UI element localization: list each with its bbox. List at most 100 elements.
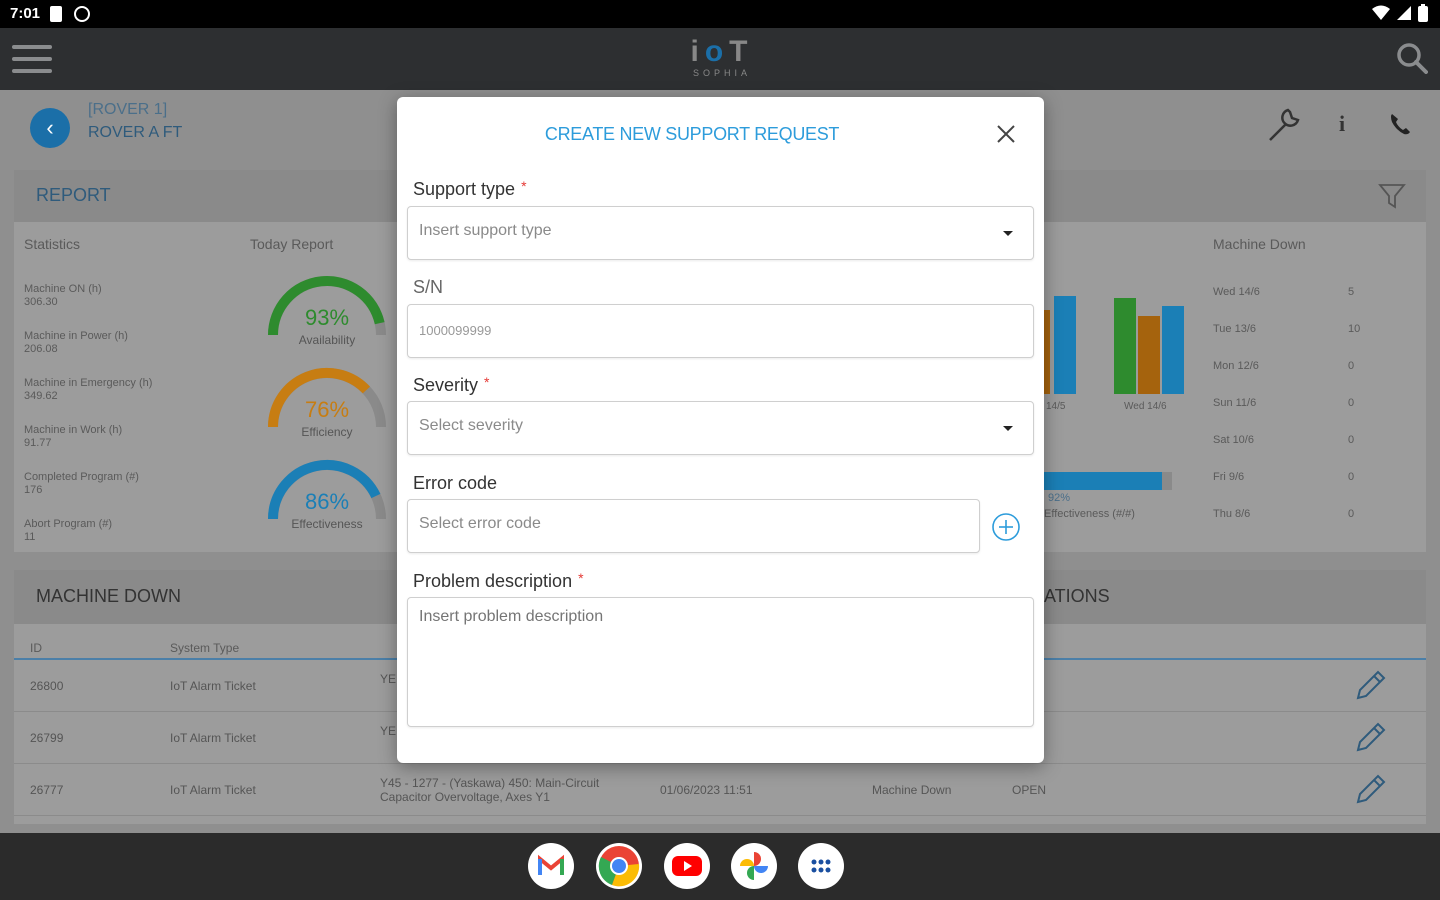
column-header-system-type: System Type: [170, 641, 240, 655]
machine-down-count: 10: [1348, 323, 1361, 335]
gauge-value: 86%: [304, 489, 350, 514]
cell-type: IoT Alarm Ticket: [170, 731, 256, 745]
edit-pencil-icon[interactable]: [1354, 670, 1386, 702]
column-header-id: ID: [30, 641, 42, 655]
report-title: REPORT: [36, 185, 111, 205]
stat-value: 206.08: [24, 343, 58, 355]
stat-value: 306.30: [24, 296, 58, 308]
add-error-code-icon[interactable]: [991, 512, 1021, 542]
stat-value: 176: [24, 484, 43, 496]
stat-label: Machine in Emergency (h): [24, 377, 153, 389]
chevron-down-icon: [1003, 426, 1013, 431]
cell-type: IoT Alarm Ticket: [170, 679, 256, 693]
gauge: 86% Effectiveness: [262, 459, 392, 531]
chart-bar: [1044, 310, 1050, 394]
support-type-select[interactable]: Insert support type: [407, 206, 1034, 260]
gauge-label: Effectiveness: [291, 517, 363, 531]
search-icon[interactable]: [1396, 42, 1428, 74]
chart-bar: [1114, 298, 1136, 394]
today-report-title: Today Report: [250, 236, 334, 252]
table-row[interactable]: 26777 IoT Alarm Ticket Y45 - 1277 - (Yaska…: [14, 764, 1426, 816]
info-icon[interactable]: i: [1322, 104, 1362, 144]
stat-label: Machine in Work (h): [24, 424, 123, 436]
required-marker: *: [484, 374, 490, 390]
sn-label: S/N: [413, 277, 444, 297]
chart-bar: [1162, 306, 1184, 394]
stat-value: 11: [24, 531, 36, 543]
wifi-icon: [1372, 5, 1390, 20]
machine-down-day: Mon 12/6: [1213, 360, 1259, 372]
sd-card-icon: [50, 6, 62, 22]
stat-label: Abort Program (#): [24, 518, 113, 530]
machine-down-count: 0: [1348, 471, 1355, 483]
menu-icon[interactable]: [12, 45, 52, 73]
error-code-placeholder: Select error code: [419, 515, 541, 532]
stat-label: Machine ON (h): [24, 283, 102, 295]
gauge-label: Availability: [298, 333, 356, 347]
required-marker: *: [521, 178, 527, 194]
machine-down-section-title: MACHINE DOWN: [36, 586, 181, 606]
chart-x-label: Wed 14/6: [1124, 401, 1167, 412]
signal-icon: [1397, 6, 1411, 20]
app-dock: [0, 833, 1440, 900]
support-request-dialog: CREATE NEW SUPPORT REQUEST Support type *…: [397, 97, 1044, 763]
chart-x-label: 14/5: [1046, 401, 1066, 412]
status-time: 7:01: [10, 5, 41, 22]
cell-type: IoT Alarm Ticket: [170, 783, 256, 797]
severity-placeholder: Select severity: [419, 417, 524, 434]
filter-icon[interactable]: [1378, 182, 1406, 210]
sn-value: 1000099999: [419, 323, 492, 338]
cell-id: 26799: [30, 731, 64, 745]
problem-description-label: Problem description *: [413, 570, 584, 591]
cell-id: 26777: [30, 783, 64, 797]
close-icon[interactable]: [991, 119, 1021, 149]
machine-down-count: 0: [1348, 508, 1355, 520]
machine-down-day: Thu 8/6: [1213, 508, 1251, 520]
back-button[interactable]: ‹: [30, 108, 70, 148]
machine-down-day: Wed 14/6: [1213, 286, 1260, 298]
problem-description-input[interactable]: [407, 597, 1034, 727]
breadcrumb-machine: [ROVER 1]: [88, 101, 168, 118]
support-type-label: Support type *: [413, 178, 527, 199]
app-drawer-icon[interactable]: [798, 843, 844, 889]
statistics-title: Statistics: [24, 236, 81, 252]
chart-bar: [1054, 296, 1076, 394]
required-marker: *: [578, 570, 584, 586]
error-code-label: Error code: [413, 473, 498, 493]
stat-label: Completed Program (#): [24, 471, 139, 483]
stat-value: 349.62: [24, 390, 58, 402]
photos-app-icon[interactable]: [731, 843, 777, 889]
sn-field: 1000099999: [407, 304, 1034, 358]
cell-desc: Y45 - 1277 - (Yaskawa) 450: Main-Circuit…: [380, 776, 600, 804]
dialog-title: CREATE NEW SUPPORT REQUEST: [544, 124, 840, 144]
effectiveness-progress-track: [1044, 472, 1172, 490]
chevron-down-icon: [1003, 231, 1013, 236]
status-bar: 7:01: [0, 0, 1440, 28]
wrench-icon[interactable]: [1264, 104, 1304, 144]
stat-value: 91.77: [24, 437, 52, 449]
chart-bar: [1138, 316, 1160, 394]
chrome-app-icon[interactable]: [596, 843, 642, 889]
gmail-app-icon[interactable]: [528, 843, 574, 889]
support-type-placeholder: Insert support type: [419, 222, 552, 239]
cell-kind: Machine Down: [872, 783, 952, 797]
settings-status-icon: [74, 6, 90, 22]
machine-down-day: Tue 13/6: [1213, 323, 1257, 335]
breadcrumb-name: ROVER A FT: [88, 124, 183, 141]
machine-down-title: Machine Down: [1213, 236, 1306, 252]
edit-pencil-icon[interactable]: [1354, 774, 1386, 806]
machine-down-day: Sun 11/6: [1213, 397, 1257, 409]
machine-down-count: 0: [1348, 360, 1355, 372]
iot-sophia-logo: ioT SOPHIA: [690, 35, 754, 79]
phone-icon[interactable]: [1380, 104, 1420, 144]
machine-down-count: 0: [1348, 434, 1355, 446]
edit-pencil-icon[interactable]: [1354, 722, 1386, 754]
severity-select[interactable]: Select severity: [407, 401, 1034, 455]
machine-down-count: 5: [1348, 286, 1355, 298]
stat-label: Machine in Power (h): [24, 330, 128, 342]
gauge: 76% Efficiency: [262, 367, 392, 439]
youtube-app-icon[interactable]: [664, 843, 710, 889]
gauge-value: 93%: [304, 305, 350, 330]
error-code-select[interactable]: Select error code: [407, 499, 980, 553]
battery-icon: [1418, 4, 1428, 22]
